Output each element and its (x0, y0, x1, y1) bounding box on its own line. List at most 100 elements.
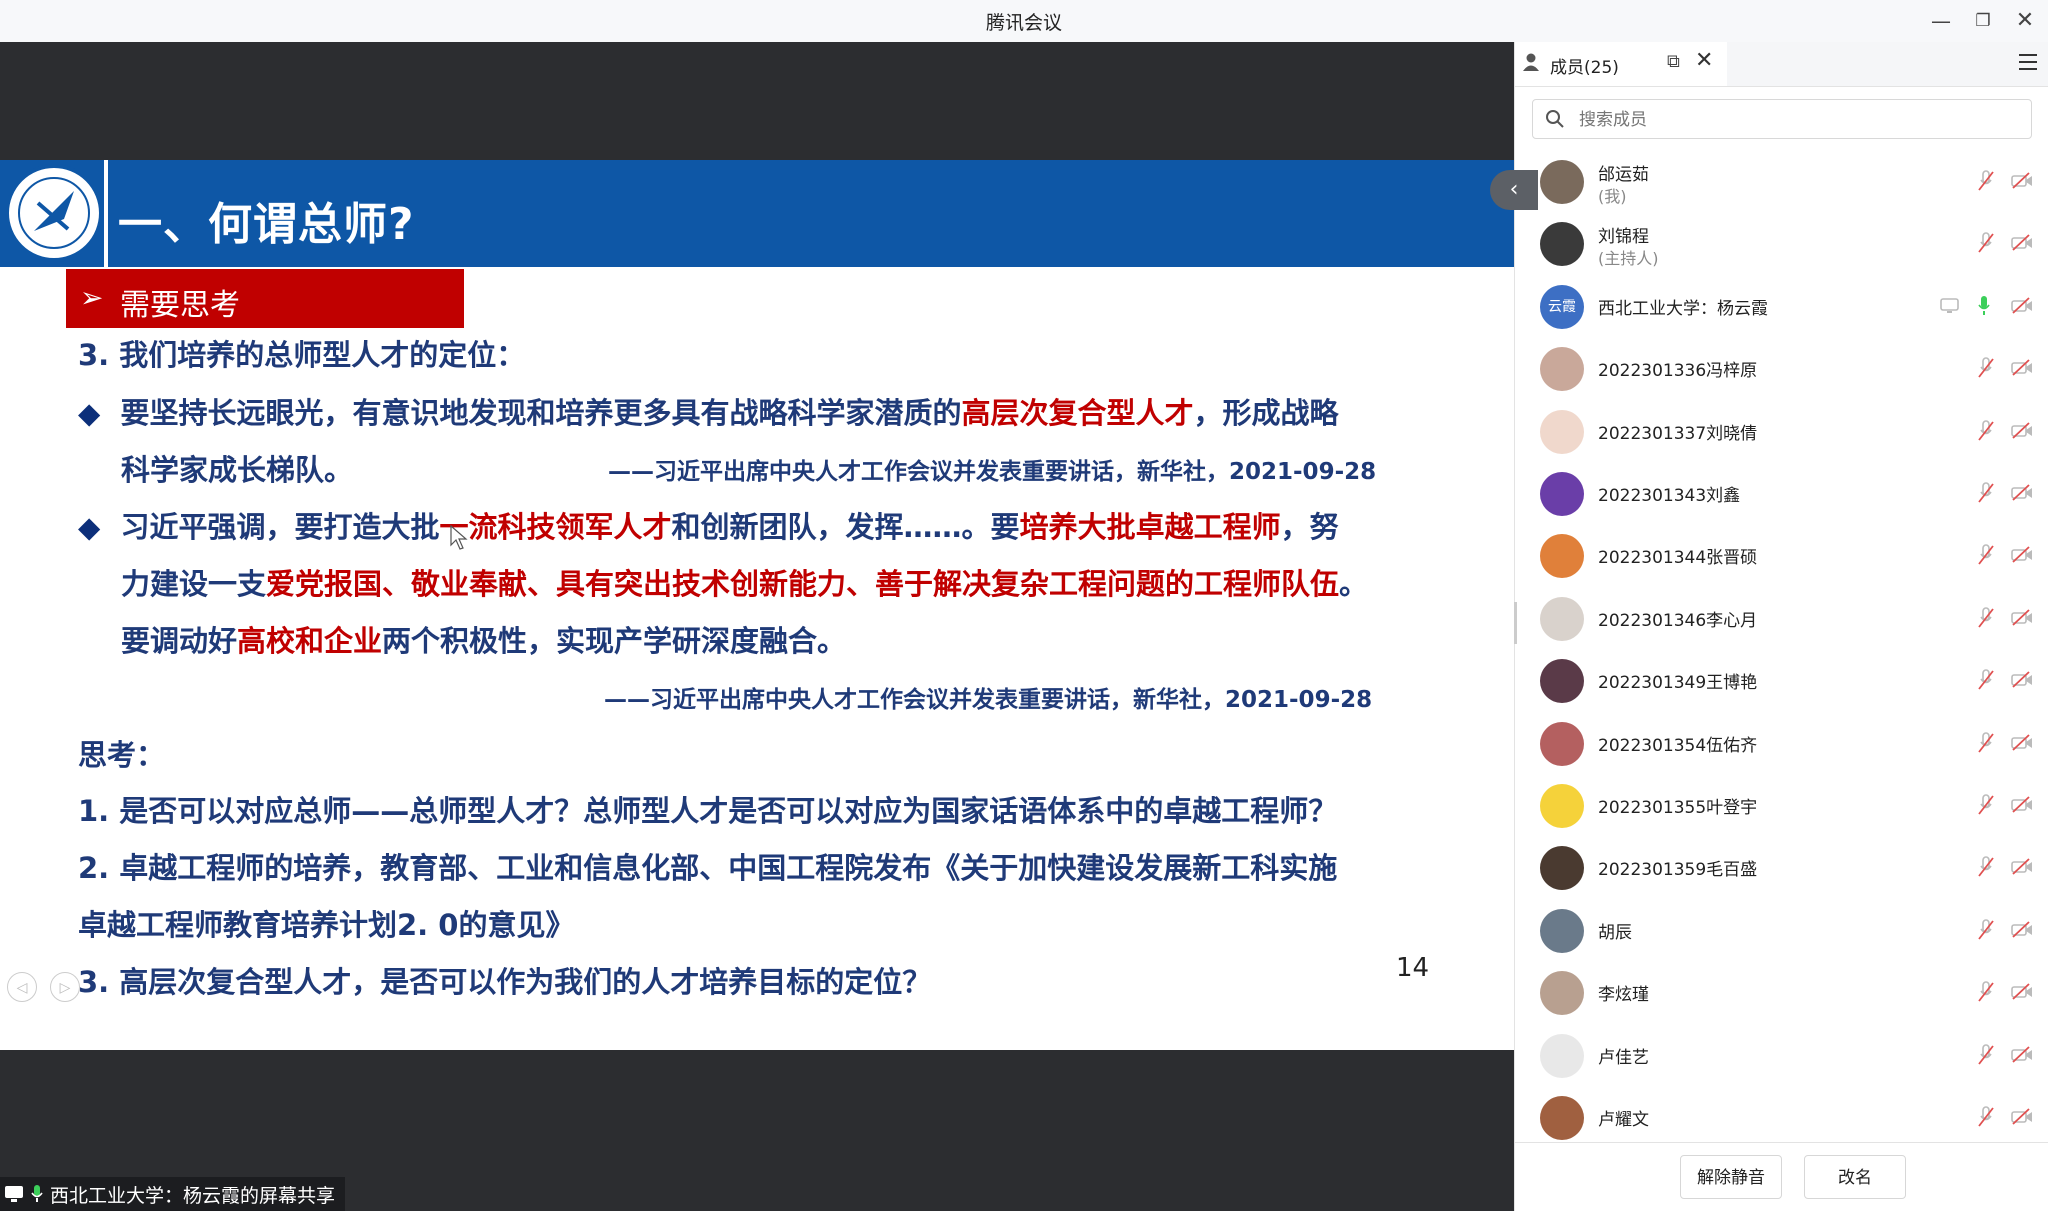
restore-icon[interactable]: ❐ (1968, 6, 1998, 36)
tab-members[interactable]: 成员(25) ⧉ ✕ (1515, 42, 1727, 86)
microphone-muted-icon[interactable] (1977, 669, 1995, 691)
minimize-icon[interactable]: — (1926, 6, 1956, 36)
member-status-icons (1939, 419, 2048, 444)
camera-off-icon[interactable] (2011, 671, 2033, 689)
member-row[interactable]: 2022301336冯梓原 (1515, 337, 2048, 399)
member-row[interactable]: 云霞 西北工业大学：杨云霞 (1515, 275, 2048, 337)
panel-tabs: 成员(25) ⧉ ✕ (1515, 42, 2048, 87)
member-row[interactable]: 2022301343刘鑫 (1515, 462, 2048, 524)
microphone-muted-icon[interactable] (1977, 794, 1995, 816)
camera-off-icon[interactable] (2011, 796, 2033, 814)
member-row[interactable]: 刘锦程 (主持人) (1515, 212, 2048, 274)
member-name: 2022301355叶登宇 (1598, 798, 1758, 818)
window-title: 腾讯会议 (985, 12, 1062, 34)
microphone-muted-icon[interactable] (1977, 482, 1995, 504)
microphone-muted-icon[interactable] (1977, 544, 1995, 566)
avatar (1540, 784, 1584, 828)
diamond-bullet-icon: ◆ (78, 396, 101, 430)
camera-off-icon[interactable] (2011, 733, 2033, 752)
member-row[interactable]: 2022301359毛百盛 (1515, 836, 2048, 898)
camera-off-icon[interactable] (2011, 1108, 2033, 1126)
highlight-text: 高校和企业 (237, 624, 383, 658)
microphone-muted-icon[interactable] (1977, 1106, 1995, 1128)
menu-icon[interactable] (2019, 54, 2037, 75)
screen-share-icon (1940, 297, 1959, 313)
user-icon (1523, 53, 1539, 71)
tab-members-label: 成员(25) (1550, 58, 1619, 78)
microphone-muted-icon[interactable] (1977, 856, 1995, 878)
source-citation-2: ——习近平出席中央人才工作会议并发表重要讲话，新华社，2021-09-28 (604, 687, 1373, 713)
member-name: 2022301337刘晓倩 (1598, 423, 1758, 444)
member-name: 刘锦程 (1598, 227, 1649, 248)
member-role: (我) (1598, 187, 1627, 206)
microphone-muted-icon[interactable] (1977, 357, 1995, 379)
member-status-icons (1939, 1043, 2048, 1068)
mouse-cursor-icon (450, 525, 468, 550)
member-row[interactable]: 2022301354伍佑齐 (1515, 712, 2048, 774)
microphone-on-icon[interactable] (1977, 295, 1991, 317)
camera-off-icon[interactable] (2011, 172, 2033, 190)
avatar (1540, 1096, 1584, 1140)
member-row[interactable]: 邰运茹 (我) (1515, 150, 2048, 212)
screen-share-status: 西北工业大学：杨云霞的屏幕共享 (0, 1177, 346, 1211)
member-row[interactable]: 卢佳艺 (1515, 1024, 2048, 1086)
member-row[interactable]: 2022301355叶登宇 (1515, 774, 2048, 836)
pop-out-icon[interactable]: ⧉ (1667, 51, 1680, 72)
microphone-muted-icon[interactable] (1977, 731, 1995, 754)
avatar-initials: 云霞 (1548, 298, 1576, 315)
member-status-icons (1939, 606, 2048, 631)
member-row[interactable]: 2022301344张晋硕 (1515, 524, 2048, 586)
member-name: 邰运茹 (1598, 165, 1649, 185)
microphone-muted-icon[interactable] (1977, 419, 1995, 442)
member-row[interactable]: 胡辰 (1515, 899, 2048, 961)
camera-off-icon[interactable] (2011, 421, 2033, 440)
question-3: 3. 高层次复合型人才，是否可以作为我们的人才培养目标的定位？ (78, 965, 932, 999)
member-name: 胡辰 (1598, 922, 1632, 943)
avatar (1540, 596, 1584, 641)
member-status-icons (1939, 856, 2048, 880)
close-icon[interactable]: ✕ (2010, 6, 2040, 36)
member-row[interactable]: 李炫瑾 (1515, 961, 2048, 1023)
member-role: (主持人) (1598, 249, 1659, 269)
member-row[interactable]: 卢耀文 (1515, 1086, 2048, 1143)
avatar (1540, 472, 1584, 516)
microphone-muted-icon[interactable] (1977, 232, 1995, 254)
microphone-muted-icon[interactable] (1977, 918, 1995, 941)
member-row[interactable]: 2022301349王博艳 (1515, 649, 2048, 711)
panel-resize-handle[interactable] (1514, 602, 1517, 644)
close-panel-icon[interactable]: ✕ (1695, 48, 1713, 73)
camera-off-icon[interactable] (2011, 234, 2033, 252)
highlight-text: 一流科技领军人才 (439, 510, 672, 544)
member-name: 李炫瑾 (1598, 985, 1649, 1006)
slide-title: 一、何谓总师? (118, 199, 415, 250)
camera-off-icon[interactable] (2011, 983, 2033, 1001)
microphone-muted-icon[interactable] (1977, 606, 1995, 629)
collapse-panel-button[interactable]: ‹ (1490, 170, 1538, 210)
camera-off-icon[interactable] (2011, 609, 2033, 627)
unmute-all-button[interactable]: 解除静音 (1680, 1155, 1782, 1199)
member-row[interactable]: 2022301337刘晓倩 (1515, 400, 2048, 462)
camera-off-icon[interactable] (2011, 297, 2033, 315)
search-input[interactable] (1577, 105, 2021, 135)
avatar (1540, 222, 1584, 267)
rename-button[interactable]: 改名 (1804, 1155, 1906, 1199)
avatar (1540, 659, 1584, 704)
text-span: 。 (1339, 567, 1369, 601)
member-list: 邰运茹 (我) 刘锦程 (主持人) 云霞 西北工业大学：杨云霞 2022301336冯梓原 2… (1515, 150, 2048, 1143)
microphone-muted-icon[interactable] (1977, 981, 1995, 1003)
next-slide-icon[interactable]: ▷ (50, 972, 80, 1002)
prev-slide-icon[interactable]: ◁ (7, 972, 37, 1002)
camera-off-icon[interactable] (2011, 359, 2033, 377)
member-name: 西北工业大学：杨云霞 (1598, 298, 1768, 319)
member-search[interactable] (1532, 99, 2032, 139)
camera-off-icon[interactable] (2011, 858, 2033, 876)
microphone-muted-icon[interactable] (1977, 170, 1995, 192)
presentation-slide: 一、何谓总师? ➢ 需要思考 3. 我们培养的总师型人才的定位： ◆ 要坚持长远… (0, 160, 1514, 1050)
slide-heading: 3. 我们培养的总师型人才的定位： (78, 338, 526, 372)
camera-off-icon[interactable] (2011, 1045, 2033, 1064)
microphone-muted-icon[interactable] (1977, 1043, 1995, 1066)
camera-off-icon[interactable] (2011, 484, 2033, 502)
camera-off-icon[interactable] (2011, 921, 2033, 939)
member-row[interactable]: 2022301346李心月 (1515, 587, 2048, 649)
camera-off-icon[interactable] (2011, 546, 2033, 564)
